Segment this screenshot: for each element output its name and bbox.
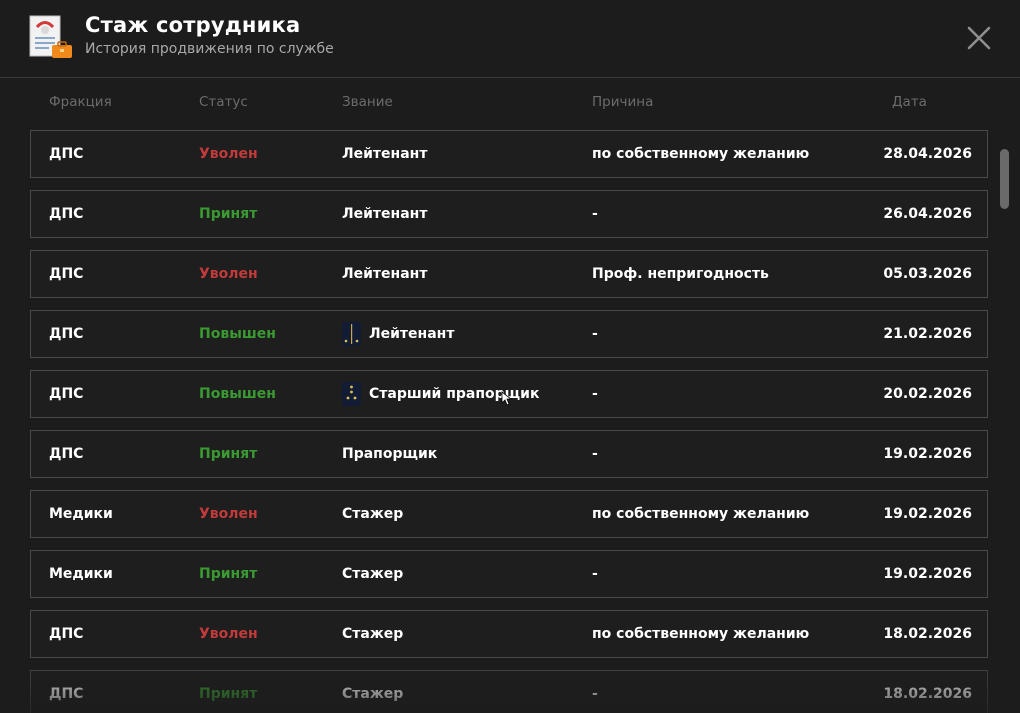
column-header-faction: Фракция <box>49 94 112 110</box>
column-header-rank: Звание <box>342 94 393 110</box>
scrollbar-thumb[interactable] <box>1000 149 1009 209</box>
table-row[interactable]: Медики Уволен Стажер по собственному желани… <box>30 490 988 538</box>
cell-date: 19.02.2026 <box>883 566 972 582</box>
cell-faction: ДПС <box>49 326 84 342</box>
cell-date: 18.02.2026 <box>883 686 972 702</box>
cell-rank-label: Старший прапорщик <box>369 386 540 402</box>
cell-reason: - <box>592 446 598 462</box>
cell-status: Повышен <box>199 326 276 342</box>
lieutenant-shoulder-board-icon <box>342 322 361 346</box>
cell-faction: ДПС <box>49 266 84 282</box>
table-row[interactable]: ДПС Повышен Лейтенант - 21.02.2026 <box>30 310 988 358</box>
cell-rank: Лейтенант <box>342 251 427 297</box>
column-header-reason: Причина <box>592 94 654 110</box>
cell-faction: ДПС <box>49 146 84 162</box>
cell-rank-label: Лейтенант <box>342 266 428 282</box>
cell-status: Принят <box>199 686 258 702</box>
cell-rank-label: Стажер <box>342 506 404 522</box>
cell-date: 26.04.2026 <box>883 206 972 222</box>
window-header: Стаж сотрудника История продвижения по с… <box>0 0 1020 78</box>
column-header-status: Статус <box>199 94 248 110</box>
cell-date: 28.04.2026 <box>883 146 972 162</box>
table-row[interactable]: ДПС Принят Прапорщик - 19.02.2026 <box>30 430 988 478</box>
cell-date: 19.02.2026 <box>883 506 972 522</box>
cell-reason: - <box>592 566 598 582</box>
cell-status: Принят <box>199 446 258 462</box>
cell-reason: - <box>592 386 598 402</box>
table-row[interactable]: ДПС Уволен Лейтенант по собственному желани… <box>30 130 988 178</box>
cell-rank: Стажер <box>342 671 403 713</box>
cell-faction: Медики <box>49 506 113 522</box>
cell-rank: Лейтенант <box>342 311 454 357</box>
column-header-date: Дата <box>892 94 927 110</box>
cell-faction: ДПС <box>49 206 84 222</box>
cell-reason: - <box>592 206 598 222</box>
employee-tenure-window: Стаж сотрудника История продвижения по с… <box>0 0 1020 713</box>
cell-date: 19.02.2026 <box>883 446 972 462</box>
close-icon[interactable] <box>963 22 995 54</box>
table-row[interactable]: ДПС Уволен Стажер по собственному желанию 18… <box>30 610 988 658</box>
cell-rank-label: Стажер <box>342 686 404 702</box>
cell-rank-label: Лейтенант <box>342 146 428 162</box>
cell-reason: по собственному желанию <box>592 626 810 642</box>
cell-reason: по собственному желанию <box>592 506 810 522</box>
cell-rank: Лейтенант <box>342 131 427 177</box>
cell-reason: по собственному желанию <box>592 146 810 162</box>
cell-date: 05.03.2026 <box>883 266 972 282</box>
senior-warrant-officer-shoulder-board-icon <box>342 382 361 406</box>
cell-faction: ДПС <box>49 686 84 702</box>
cell-status: Принят <box>199 566 258 582</box>
page-title: Стаж сотрудника <box>85 13 301 37</box>
cell-rank: Прапорщик <box>342 431 437 477</box>
cell-rank-label: Лейтенант <box>369 326 455 342</box>
cell-reason: - <box>592 326 598 342</box>
cell-reason: Проф. непригодность <box>592 266 769 282</box>
cell-status: Принят <box>199 206 258 222</box>
cell-date: 20.02.2026 <box>883 386 972 402</box>
cell-rank-label: Стажер <box>342 626 404 642</box>
cell-faction: ДПС <box>49 386 84 402</box>
cell-status: Уволен <box>199 146 258 162</box>
document-badge-icon <box>29 15 72 58</box>
cell-reason: - <box>592 686 598 702</box>
cell-rank: Лейтенант <box>342 191 427 237</box>
cell-status: Повышен <box>199 386 276 402</box>
cell-rank-label: Лейтенант <box>342 206 428 222</box>
cell-faction: ДПС <box>49 446 84 462</box>
cell-date: 18.02.2026 <box>883 626 972 642</box>
cell-rank: Стажер <box>342 611 403 657</box>
cell-rank-label: Стажер <box>342 566 404 582</box>
cell-faction: Медики <box>49 566 113 582</box>
table-header: Фракция Статус Звание Причина Дата <box>0 94 1000 114</box>
cell-date: 21.02.2026 <box>883 326 972 342</box>
cell-status: Уволен <box>199 626 258 642</box>
mouse-cursor-icon <box>501 391 513 406</box>
cell-faction: ДПС <box>49 626 84 642</box>
page-subtitle: История продвижения по службе <box>85 41 334 57</box>
table-row[interactable]: ДПС Принят Стажер - 18.02.2026 <box>30 670 988 713</box>
cell-rank: Стажер <box>342 551 403 597</box>
cell-rank-label: Прапорщик <box>342 446 438 462</box>
cell-rank: Стажер <box>342 491 403 537</box>
cell-status: Уволен <box>199 506 258 522</box>
table-row[interactable]: ДПС Уволен Лейтенант Проф. непригодность 05.… <box>30 250 988 298</box>
table-row[interactable]: Медики Принят Стажер - 19.02.2026 <box>30 550 988 598</box>
cell-status: Уволен <box>199 266 258 282</box>
table-row[interactable]: ДПС Принят Лейтенант - 26.04.2026 <box>30 190 988 238</box>
